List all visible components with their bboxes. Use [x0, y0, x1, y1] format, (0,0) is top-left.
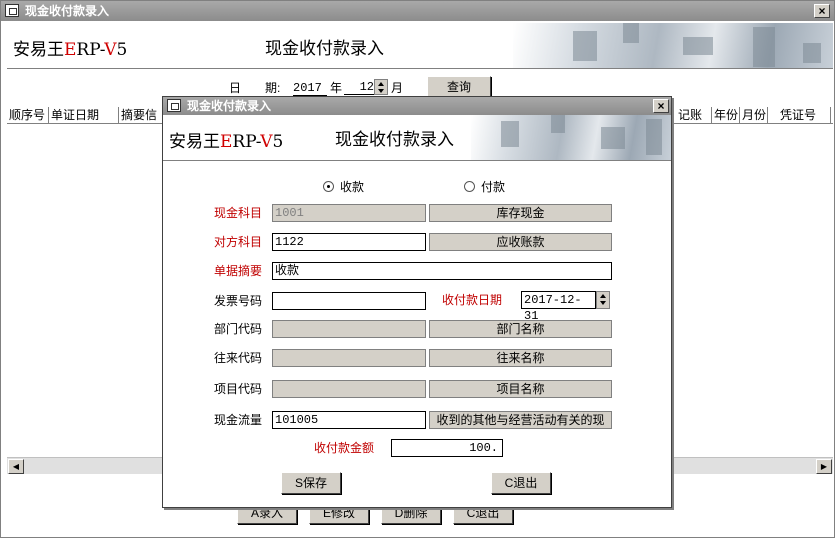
dialog-exit-button[interactable]: C退出 [491, 472, 551, 494]
filter-year-unit: 年 [330, 81, 343, 95]
date-label: 收付款日期 [442, 293, 503, 307]
cashflow-field[interactable]: 101005 [272, 411, 426, 429]
filter-month-field[interactable]: 12 [344, 80, 374, 95]
dialog-banner-title: 现金收付款录入 [335, 130, 454, 149]
date-spinner[interactable] [596, 291, 610, 309]
radio-receive[interactable] [323, 181, 334, 192]
main-close-button[interactable]: × [814, 4, 830, 18]
project-label: 项目代码 [214, 382, 263, 396]
radio-receive-label[interactable]: 收款 [340, 180, 364, 194]
main-window-title: 现金收付款录入 [25, 4, 110, 18]
counter-account-field[interactable]: 1122 [272, 233, 426, 251]
col-posted[interactable]: 记账 [676, 107, 712, 123]
summary-label: 单据摘要 [214, 264, 263, 278]
main-title-bar[interactable]: 现金收付款录入 × [1, 1, 834, 21]
invoice-field[interactable] [272, 292, 426, 310]
amount-field[interactable]: 100. [391, 439, 503, 457]
amount-label: 收付款金额 [314, 441, 375, 455]
col-month[interactable]: 月份 [740, 107, 768, 123]
counter-account-name: 应收账款 [429, 233, 612, 251]
month-spinner[interactable] [374, 79, 388, 95]
scroll-left-icon[interactable]: ◀ [8, 459, 24, 474]
invoice-label: 发票号码 [214, 294, 263, 308]
partner-name: 往来名称 [429, 349, 612, 367]
counter-account-label: 对方科目 [214, 235, 263, 249]
dialog-banner: 安易王ERP-V5 现金收付款录入 [163, 115, 671, 161]
partner-label: 往来代码 [214, 351, 263, 365]
dialog-logo: 安易王ERP-V5 [169, 132, 284, 152]
filter-year-field[interactable]: 2017 [293, 81, 327, 96]
cash-account-name: 库存现金 [429, 204, 612, 222]
main-banner-title: 现金收付款录入 [265, 39, 384, 58]
col-date[interactable]: 单证日期 [49, 107, 119, 123]
entry-dialog: 现金收付款录入 × 安易王ERP-V5 现金收付款录入 收款 付款 现金科目 1… [162, 96, 672, 508]
dialog-close-button[interactable]: × [653, 99, 669, 113]
filter-date-label: 日 期: [229, 81, 281, 95]
dialog-title: 现金收付款录入 [187, 99, 272, 113]
scroll-right-icon[interactable]: ▶ [816, 459, 832, 474]
summary-field[interactable]: 收款 [272, 262, 612, 280]
main-banner: 安易王ERP-V5 现金收付款录入 [7, 23, 833, 69]
cash-account-label: 现金科目 [214, 206, 263, 220]
col-year[interactable]: 年份 [712, 107, 740, 123]
partner-field[interactable] [272, 349, 426, 367]
dept-name: 部门名称 [429, 320, 612, 338]
col-seq[interactable]: 顺序号 [7, 107, 49, 123]
dialog-title-bar[interactable]: 现金收付款录入 × [163, 97, 671, 115]
cashflow-name: 收到的其他与经营活动有关的现 [429, 411, 612, 429]
col-summary[interactable]: 摘要信 [119, 107, 165, 123]
dept-label: 部门代码 [214, 322, 263, 336]
save-button[interactable]: S保存 [281, 472, 341, 494]
radio-pay[interactable] [464, 181, 475, 192]
cash-account-field[interactable]: 1001 [272, 204, 426, 222]
col-voucher[interactable]: 凭证号 [768, 107, 831, 123]
radio-pay-label[interactable]: 付款 [481, 180, 505, 194]
project-name: 项目名称 [429, 380, 612, 398]
dialog-window-icon [167, 99, 181, 112]
banner-decoration [513, 23, 833, 68]
dept-field[interactable] [272, 320, 426, 338]
query-button[interactable]: 查询 [427, 76, 491, 98]
app-window-icon [5, 4, 19, 17]
filter-month-unit: 月 [391, 81, 404, 95]
dialog-banner-decoration [471, 115, 671, 160]
cashflow-label: 现金流量 [214, 413, 263, 427]
main-logo: 安易王ERP-V5 [13, 40, 128, 60]
date-field[interactable]: 2017-12-31 [521, 291, 596, 323]
project-field[interactable] [272, 380, 426, 398]
